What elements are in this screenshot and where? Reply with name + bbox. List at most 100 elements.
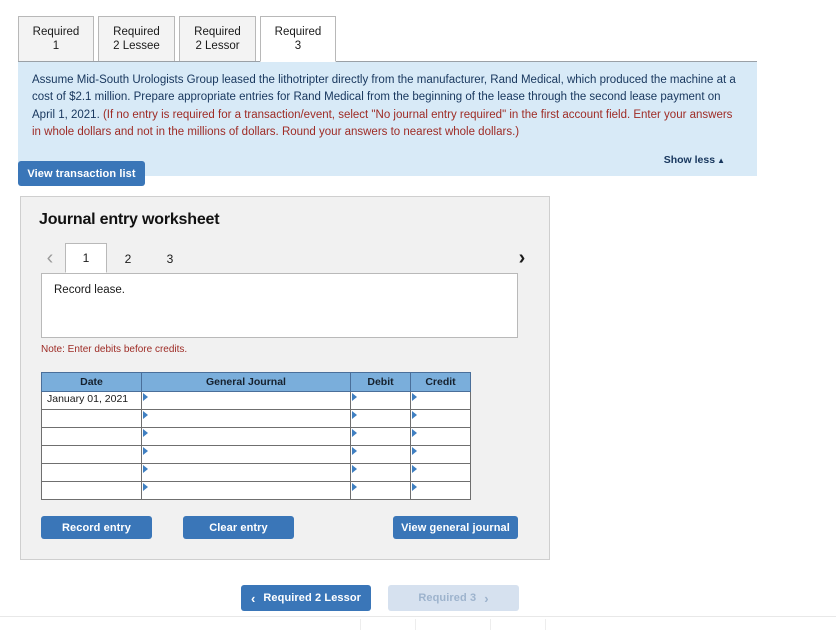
dropdown-triangle-icon[interactable]: [352, 429, 357, 437]
nav-prev-button[interactable]: ‹ Required 2 Lessor: [241, 585, 371, 611]
view-transaction-list-button[interactable]: View transaction list: [18, 161, 145, 186]
dropdown-triangle-icon[interactable]: [412, 483, 417, 491]
dropdown-triangle-icon[interactable]: [412, 447, 417, 455]
dropdown-triangle-icon[interactable]: [143, 447, 148, 455]
table-row: [41, 409, 471, 428]
pager-tab-label: 2: [124, 251, 132, 266]
cell-general-journal[interactable]: [141, 427, 351, 446]
dropdown-triangle-icon[interactable]: [352, 393, 357, 401]
table-row: [41, 427, 471, 446]
cell-credit[interactable]: [410, 445, 471, 464]
cell-debit[interactable]: [350, 445, 411, 464]
cell-debit[interactable]: [350, 427, 411, 446]
cell-debit[interactable]: [350, 481, 411, 500]
cell-date[interactable]: [41, 409, 142, 428]
journal-table-header-row: Date General Journal Debit Credit: [41, 372, 471, 392]
transaction-description-text: Record lease.: [54, 284, 125, 296]
footer-divider: [360, 619, 361, 630]
cell-date[interactable]: [41, 481, 142, 500]
cell-debit[interactable]: [350, 409, 411, 428]
dropdown-triangle-icon[interactable]: [412, 429, 417, 437]
cell-credit[interactable]: [410, 391, 471, 410]
dropdown-triangle-icon[interactable]: [412, 411, 417, 419]
worksheet-pager: ‹ 1 2 3 ›: [39, 243, 533, 273]
cell-date[interactable]: [41, 463, 142, 482]
cell-debit[interactable]: [350, 391, 411, 410]
show-less-toggle[interactable]: Show less ▲: [664, 154, 725, 166]
nav-prev-label: Required 2 Lessor: [263, 592, 362, 604]
table-row: January 01, 2021: [41, 391, 471, 410]
journal-table-body: January 01, 2021: [41, 391, 471, 500]
transaction-description-box: Record lease.: [41, 273, 518, 338]
pager-next-icon[interactable]: ›: [511, 248, 533, 268]
cell-date[interactable]: [41, 445, 142, 464]
cell-general-journal[interactable]: [141, 463, 351, 482]
page-root: Required 1 Required 2 Lessee Required 2 …: [0, 0, 836, 630]
dropdown-triangle-icon[interactable]: [143, 411, 148, 419]
column-header-debit: Debit: [350, 372, 411, 392]
dropdown-triangle-icon[interactable]: [352, 411, 357, 419]
cell-credit[interactable]: [410, 427, 471, 446]
cell-credit[interactable]: [410, 463, 471, 482]
tab-label: Required 2 Lessee: [113, 25, 160, 52]
cell-general-journal[interactable]: [141, 445, 351, 464]
column-header-credit: Credit: [410, 372, 471, 392]
dropdown-triangle-icon[interactable]: [412, 393, 417, 401]
dropdown-triangle-icon[interactable]: [352, 447, 357, 455]
tab-required-2-lessor[interactable]: Required 2 Lessor: [179, 16, 256, 62]
column-header-general-journal: General Journal: [141, 372, 351, 392]
chevron-right-icon: ›: [484, 590, 489, 606]
footer-divider: [490, 619, 491, 630]
footer-strip: [0, 616, 836, 630]
dropdown-triangle-icon[interactable]: [143, 483, 148, 491]
dropdown-triangle-icon[interactable]: [352, 465, 357, 473]
pager-tab-2[interactable]: 2: [107, 243, 149, 273]
dropdown-triangle-icon[interactable]: [412, 465, 417, 473]
pager-tab-1[interactable]: 1: [65, 243, 107, 273]
column-header-date: Date: [41, 372, 142, 392]
pager-tab-label: 3: [166, 251, 174, 266]
tab-required-1[interactable]: Required 1: [18, 16, 94, 62]
dropdown-triangle-icon[interactable]: [143, 393, 148, 401]
cell-date[interactable]: [41, 427, 142, 446]
clear-entry-button[interactable]: Clear entry: [183, 516, 294, 539]
instructions-panel: Assume Mid-South Urologists Group leased…: [18, 61, 757, 176]
pager-tab-3[interactable]: 3: [149, 243, 191, 273]
table-row: [41, 463, 471, 482]
view-general-journal-button[interactable]: View general journal: [393, 516, 518, 539]
pager-tab-label: 1: [82, 251, 90, 265]
cell-date[interactable]: January 01, 2021: [41, 391, 142, 410]
footer-divider: [415, 619, 416, 630]
instructions-text: Assume Mid-South Urologists Group leased…: [32, 72, 743, 141]
cell-credit[interactable]: [410, 481, 471, 500]
show-less-label: Show less: [663, 154, 716, 166]
debits-before-credits-note: Note: Enter debits before credits.: [41, 344, 188, 355]
journal-table-head: Date General Journal Debit Credit: [41, 372, 471, 392]
journal-entry-worksheet-panel: Journal entry worksheet ‹ 1 2 3 › Record…: [20, 196, 550, 560]
tab-required-3[interactable]: Required 3: [260, 16, 336, 62]
chevron-left-icon: ‹: [250, 590, 256, 606]
record-entry-button[interactable]: Record entry: [41, 516, 152, 539]
pager-prev-icon[interactable]: ‹: [39, 248, 61, 268]
footer-divider: [545, 619, 546, 630]
cell-general-journal[interactable]: [141, 409, 351, 428]
cell-date-value: January 01, 2021: [47, 393, 129, 405]
tab-required-2-lessee[interactable]: Required 2 Lessee: [98, 16, 175, 62]
nav-next-button: Required 3 ›: [388, 585, 519, 611]
nav-next-label: Required 3: [418, 592, 477, 604]
instructions-text-note: (If no entry is required for a transacti…: [32, 108, 733, 138]
worksheet-title: Journal entry worksheet: [39, 211, 220, 228]
dropdown-triangle-icon[interactable]: [352, 483, 357, 491]
tab-label: Required 1: [32, 25, 80, 52]
requirement-tab-strip: Required 1 Required 2 Lessee Required 2 …: [18, 16, 757, 62]
dropdown-triangle-icon[interactable]: [143, 429, 148, 437]
table-row: [41, 445, 471, 464]
cell-general-journal[interactable]: [141, 481, 351, 500]
cell-credit[interactable]: [410, 409, 471, 428]
cell-debit[interactable]: [350, 463, 411, 482]
tab-label: Required 3: [274, 25, 322, 52]
pager-tabs: 1 2 3: [65, 243, 191, 273]
cell-general-journal[interactable]: [141, 391, 351, 410]
dropdown-triangle-icon[interactable]: [143, 465, 148, 473]
journal-entry-table: Date General Journal Debit Credit Januar…: [41, 372, 471, 500]
